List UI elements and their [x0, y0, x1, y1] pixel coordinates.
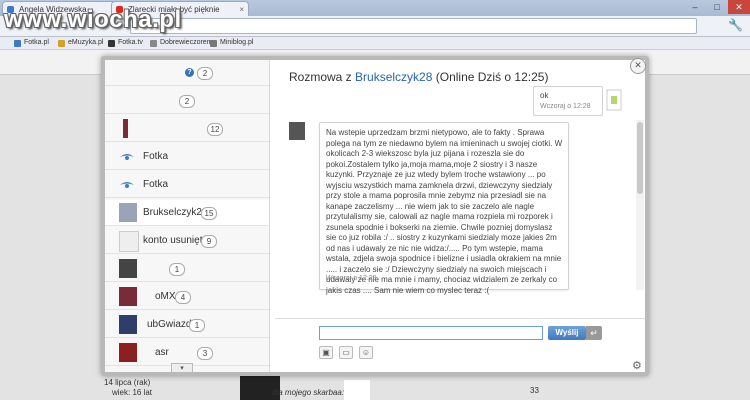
unread-count-badge: 15: [201, 207, 217, 220]
photo-caption: dla mojego skarbaa:*: [272, 388, 348, 397]
sender-avatar-icon: [606, 89, 622, 111]
speech-bubble-icon[interactable]: ▭: [339, 346, 353, 359]
contact-item[interactable]: 12: [105, 116, 269, 142]
tab-close-icon[interactable]: ×: [239, 2, 244, 17]
unread-count-badge: 1: [189, 319, 205, 332]
bookmark-miniblog[interactable]: Miniblog.pl: [210, 37, 253, 49]
unread-count-badge: 1: [169, 263, 185, 276]
contact-avatar: [119, 343, 137, 362]
profile-line-2: wiek: 16 lat: [112, 388, 153, 397]
contact-item[interactable]: Fotka: [105, 144, 269, 170]
contact-name: Fotka: [143, 151, 169, 162]
bookmark-icon: [210, 40, 217, 47]
white-block: [344, 380, 370, 400]
message-input[interactable]: [319, 326, 543, 340]
outgoing-message: ok Wczoraj o 12:28: [533, 86, 603, 116]
unread-count-badge: 4: [175, 291, 191, 304]
messages-scrollbar-thumb[interactable]: [637, 122, 643, 194]
contact-item[interactable]: oMX 4: [105, 284, 269, 310]
contact-name: oMX: [155, 291, 176, 302]
contact-list[interactable]: ? 2 2 12 Fotka Fotka Brukselczyk28 15 konto usun…: [105, 60, 270, 372]
contact-item[interactable]: Brukselczyk28 15: [105, 200, 269, 226]
header-prefix: Rozmowa z: [289, 70, 356, 84]
fotka-eye-icon: [120, 154, 134, 160]
contact-name: Brukselczyk28: [143, 207, 208, 218]
unread-count-badge: 3: [197, 347, 213, 360]
bookmark-fotkatv[interactable]: Fotka.tv: [108, 37, 143, 49]
contact-item[interactable]: ubGwiazd 1: [105, 312, 269, 338]
contact-avatar[interactable]: [289, 122, 305, 140]
wrench-icon[interactable]: 🔧: [728, 18, 743, 32]
image-icon[interactable]: ▣: [319, 346, 333, 359]
contact-name: ubGwiazd: [147, 319, 192, 330]
message-text: ok: [540, 91, 549, 100]
profile-line-1: 14 lipca (rak): [104, 378, 151, 387]
like-count: 33: [530, 386, 539, 395]
contact-item[interactable]: 1: [105, 256, 269, 282]
contact-item[interactable]: konto usunięte 9: [105, 228, 269, 254]
bookmark-label: eMuzyka.pl: [68, 39, 104, 46]
message-timestamp: Wczoraj o 12:29: [326, 275, 377, 282]
unread-count-badge: 2: [197, 67, 213, 80]
bookmark-emuzyka[interactable]: eMuzyka.pl: [58, 37, 103, 49]
maximize-button[interactable]: □: [706, 0, 728, 14]
chat-header: Rozmowa z Brukselczyk28 (Online Dziś o 1…: [289, 70, 548, 84]
bookmark-label: Dobrewieczorem: [160, 39, 213, 46]
contact-avatar: [119, 259, 137, 278]
contact-item[interactable]: 2: [105, 88, 269, 114]
contact-name: konto usunięte: [143, 235, 209, 246]
minimize-button[interactable]: –: [684, 0, 706, 14]
fotka-eye-icon: [120, 182, 134, 188]
chat-window: ? 2 2 12 Fotka Fotka Brukselczyk28 15 konto usun…: [101, 56, 649, 376]
smiley-icon[interactable]: ☺: [359, 346, 373, 359]
send-button[interactable]: Wyślij: [548, 326, 586, 340]
header-status: (Online Dziś o 12:25): [432, 70, 549, 84]
bookmark-icon: [58, 40, 65, 47]
contact-name: asr: [155, 347, 169, 358]
bookmark-icon: [108, 40, 115, 47]
bookmark-dobrewieczorem[interactable]: Dobrewieczorem: [150, 37, 213, 49]
contact-avatar: [119, 203, 137, 222]
window-close-button[interactable]: ✕: [728, 0, 750, 14]
settings-gear-icon[interactable]: ⚙: [632, 360, 644, 372]
contact-avatar: [119, 315, 137, 334]
header-username-link[interactable]: Brukselczyk28: [355, 70, 432, 84]
bookmark-label: Fotka.pl: [24, 39, 49, 46]
help-icon: ?: [185, 68, 194, 77]
contact-avatar: [119, 231, 139, 252]
unread-count-badge: 9: [201, 235, 217, 248]
contact-name: Fotka: [143, 179, 169, 190]
message-timestamp: Wczoraj o 12:28: [540, 103, 591, 110]
unread-count-badge: 12: [207, 123, 223, 136]
address-field[interactable]: [130, 18, 697, 34]
scroll-down-icon[interactable]: ▾: [171, 363, 193, 372]
contact-item[interactable]: Fotka: [105, 172, 269, 198]
bookmark-fotka[interactable]: Fotka.pl: [14, 37, 49, 49]
contact-avatar: [123, 119, 128, 138]
incoming-message: Na wstepie uprzedzam brzmi nietypowo, al…: [319, 122, 569, 295]
contact-avatar: [119, 287, 137, 306]
bookmark-label: Fotka.tv: [118, 39, 143, 46]
enter-send-icon[interactable]: ↵: [586, 326, 602, 340]
composer-divider: [275, 318, 645, 319]
unread-count-badge: 2: [179, 95, 195, 108]
chat-close-button[interactable]: ✕: [630, 58, 646, 74]
bookmarks-bar: Fotka.pl eMuzyka.pl Fotka.tv Dobrewieczo…: [0, 37, 750, 50]
bookmark-icon: [14, 40, 21, 47]
bookmark-icon: [150, 40, 157, 47]
contact-item[interactable]: ? 2: [105, 60, 269, 86]
message-text: Na wstepie uprzedzam brzmi nietypowo, al…: [326, 128, 563, 295]
site-watermark: www.wiocha.pl: [4, 6, 182, 33]
bookmark-label: Miniblog.pl: [220, 39, 254, 46]
